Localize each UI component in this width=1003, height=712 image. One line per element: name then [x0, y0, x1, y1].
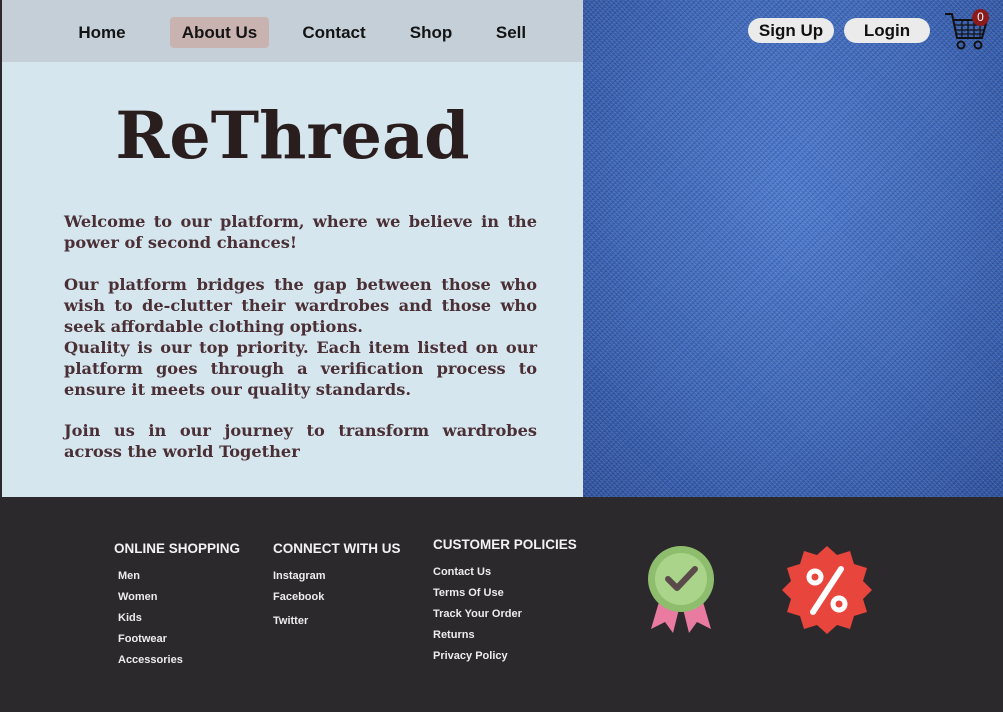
login-button[interactable]: Login	[844, 18, 930, 43]
footer-link-twitter[interactable]: Twitter	[273, 615, 308, 627]
customer-policies-heading: CUSTOMER POLICIES	[433, 537, 577, 552]
nav-shop[interactable]: Shop	[405, 17, 457, 48]
footer-link-privacy-policy[interactable]: Privacy Policy	[433, 650, 508, 662]
discount-percent-icon	[782, 546, 872, 634]
cart-count-badge: 0	[972, 9, 989, 26]
footer-link-kids[interactable]: Kids	[118, 612, 142, 624]
nav-about-us[interactable]: About Us	[170, 17, 269, 48]
join-paragraph: Join us in our journey to transform ward…	[64, 421, 537, 461]
nav-contact[interactable]: Contact	[298, 17, 370, 48]
nav-sell[interactable]: Sell	[490, 17, 532, 48]
brand-title: ReThread	[115, 98, 470, 174]
footer-link-contact-us[interactable]: Contact Us	[433, 566, 491, 578]
quality-paragraph: Quality is our top priority. Each item l…	[64, 338, 537, 399]
sign-up-button[interactable]: Sign Up	[748, 18, 834, 43]
intro-paragraph: Welcome to our platform, where we believ…	[64, 212, 537, 252]
denim-texture-image	[583, 0, 1003, 497]
footer-link-footwear[interactable]: Footwear	[118, 633, 167, 645]
footer-link-women[interactable]: Women	[118, 591, 158, 603]
nav-home[interactable]: Home	[72, 17, 132, 48]
footer-link-instagram[interactable]: Instagram	[273, 570, 326, 582]
connect-heading: CONNECT WITH US	[273, 541, 401, 556]
online-shopping-heading: ONLINE SHOPPING	[114, 541, 241, 556]
footer-link-terms-of-use[interactable]: Terms Of Use	[433, 587, 504, 599]
footer-link-returns[interactable]: Returns	[433, 629, 475, 641]
mission-paragraph: Our platform bridges the gap between tho…	[64, 275, 537, 336]
footer-link-facebook[interactable]: Facebook	[273, 591, 324, 603]
footer-link-accessories[interactable]: Accessories	[118, 654, 183, 666]
quality-ribbon-icon	[648, 546, 714, 633]
footer-link-track-order[interactable]: Track Your Order	[433, 608, 522, 620]
footer-link-men[interactable]: Men	[118, 570, 140, 582]
